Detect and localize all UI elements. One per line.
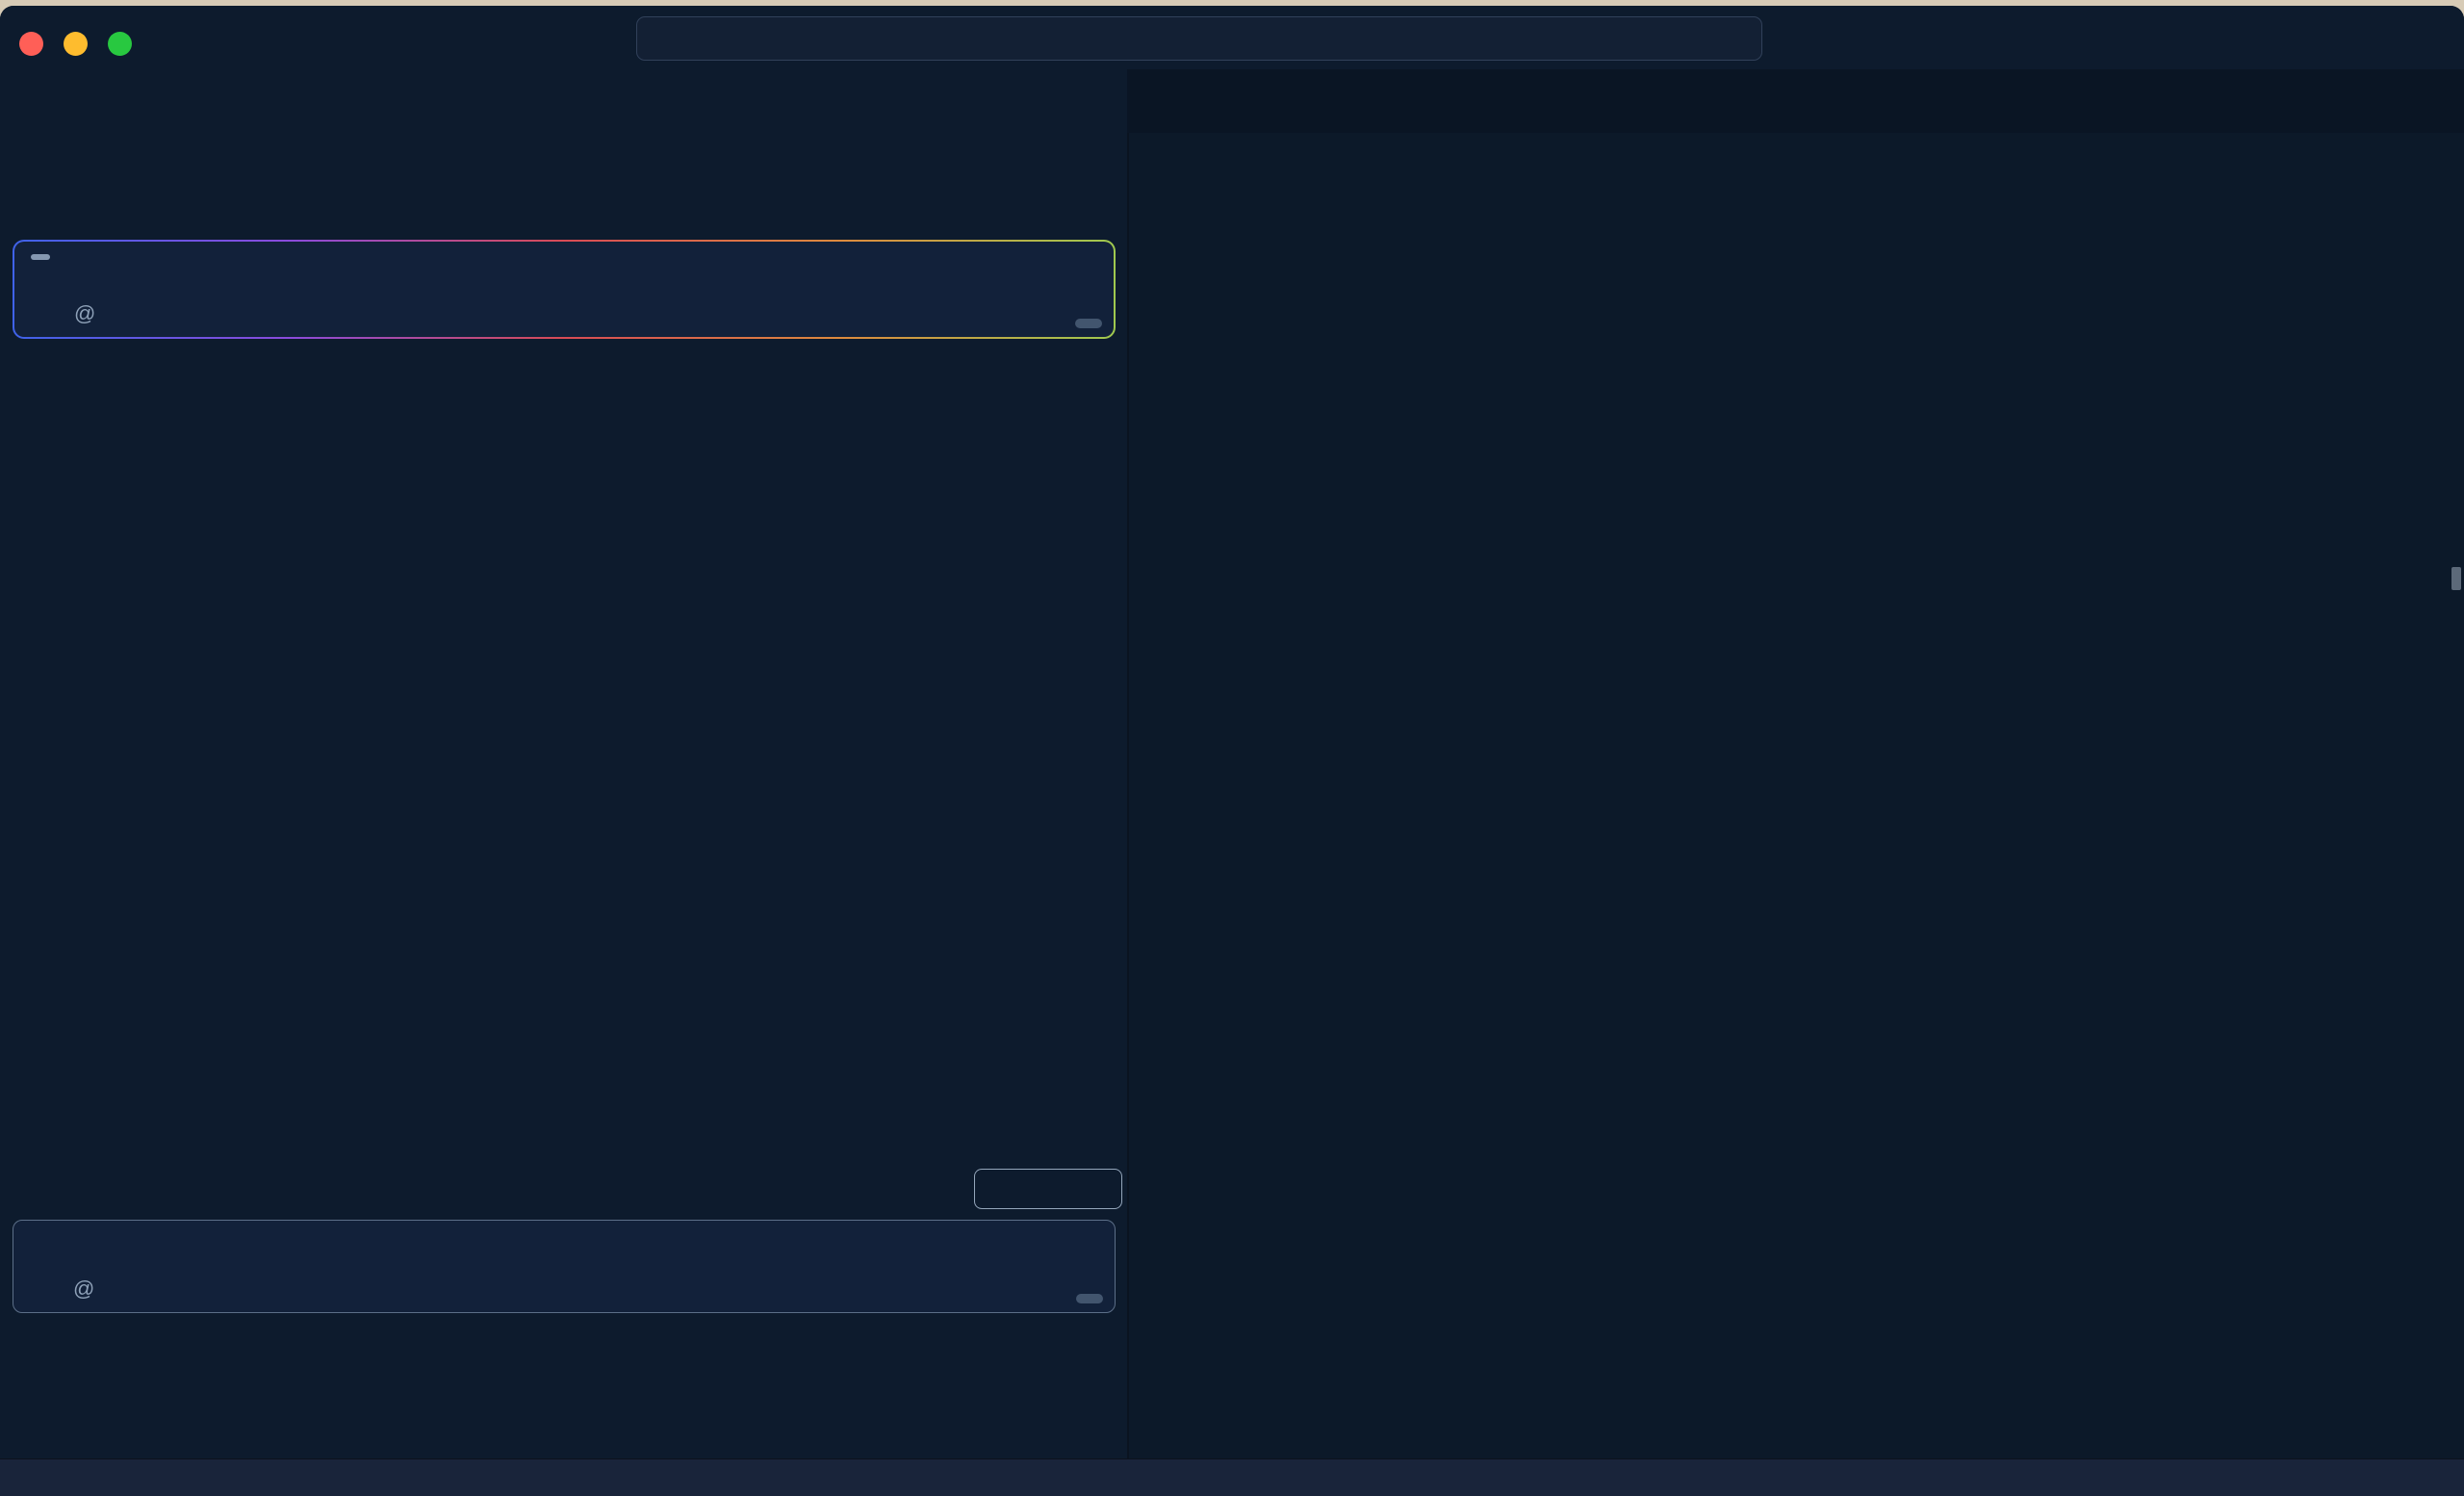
sidebar: @ @ — [0, 133, 1127, 1459]
zoom-window-button[interactable] — [108, 32, 132, 56]
vscode-window: @ @ — [0, 6, 2464, 1496]
chat-input-box[interactable]: @ — [14, 242, 1114, 337]
editor-pane — [1127, 133, 2464, 1459]
traffic-lights — [19, 32, 132, 56]
copilot-icon — [1776, 21, 1807, 52]
search-icon — [1182, 27, 1205, 50]
cancel-button[interactable] — [974, 1169, 1122, 1209]
chevron-down-icon — [37, 308, 49, 321]
editor-tab-bar — [1127, 69, 2464, 133]
context-chip[interactable] — [31, 254, 50, 260]
continue-section-header[interactable] — [10, 189, 1108, 227]
followup-input-box[interactable]: @ — [13, 1220, 1116, 1313]
context-items-toggle[interactable] — [21, 348, 57, 365]
model-selector[interactable] — [30, 1283, 48, 1296]
status-bar — [0, 1458, 2464, 1496]
minimize-window-button[interactable] — [64, 32, 88, 56]
chevron-down-icon — [10, 199, 27, 217]
close-window-button[interactable] — [19, 32, 43, 56]
copilot-menu[interactable] — [1776, 21, 1825, 52]
chevron-right-icon — [21, 348, 38, 365]
chevron-down-icon — [36, 1283, 48, 1296]
enter-button[interactable] — [1075, 319, 1102, 328]
overview-ruler-marker — [2451, 567, 2461, 590]
chat-input-gradient-border: @ — [13, 240, 1116, 339]
more-ellipsis-icon[interactable] — [1081, 147, 1104, 170]
command-center-search[interactable] — [636, 16, 1762, 61]
model-selector[interactable] — [31, 308, 49, 321]
chat-response — [0, 400, 1127, 1219]
activity-and-tabs-strip — [0, 69, 2464, 133]
enter-button[interactable] — [1076, 1294, 1103, 1303]
code-area[interactable] — [1129, 191, 2464, 1459]
add-context-at-button[interactable]: @ — [74, 301, 95, 326]
chevron-down-icon — [1810, 30, 1825, 44]
titlebar — [0, 6, 2464, 69]
sidebar-collapsed-sections — [0, 1319, 1127, 1459]
add-context-at-button[interactable]: @ — [73, 1277, 94, 1302]
